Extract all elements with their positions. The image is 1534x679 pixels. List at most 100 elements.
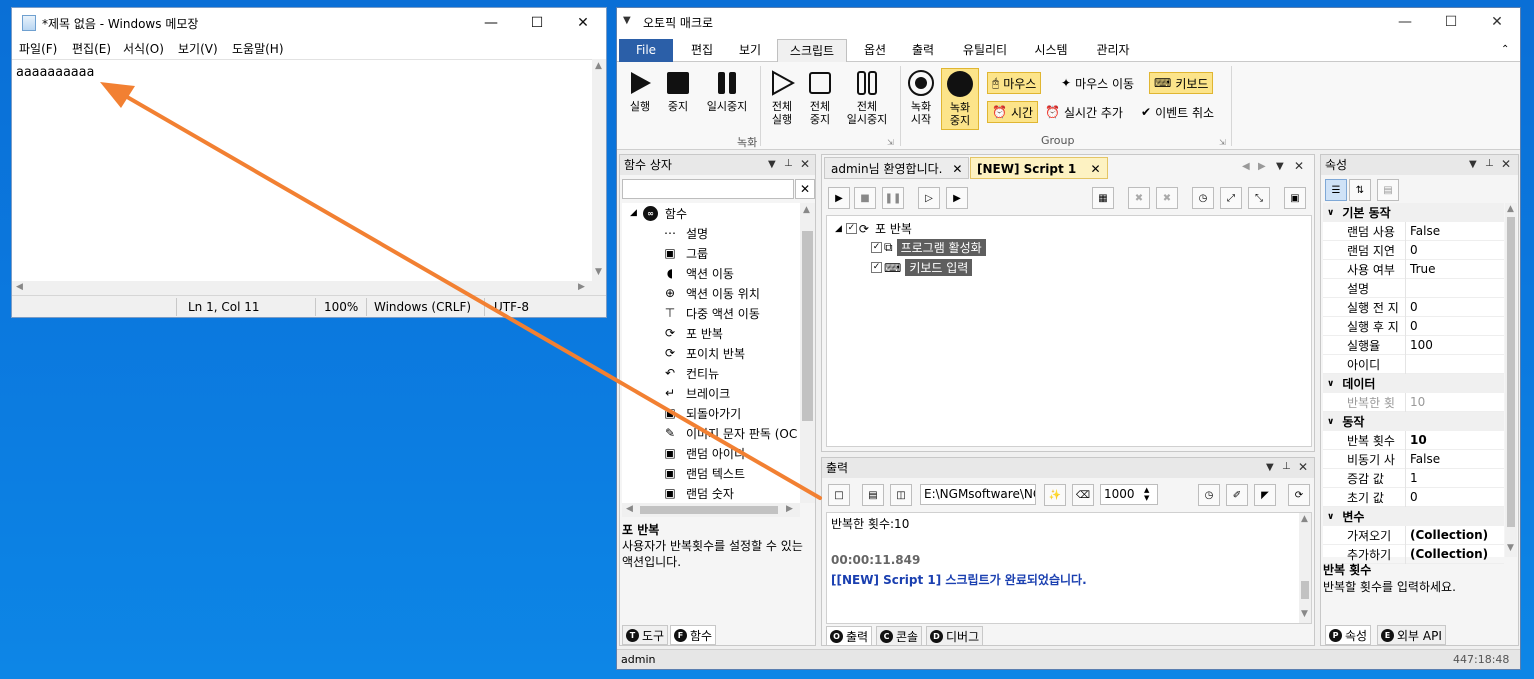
script-node-keyboard[interactable]: ✓ ⌨ 키보드 입력 [871, 259, 973, 276]
keyboard-toggle[interactable]: ⌨ 키보드 [1149, 72, 1214, 94]
property-row[interactable]: 증감 값 1 [1323, 468, 1504, 488]
script-node-loop[interactable]: ◢ ✓ ⟳ 포 반복 [835, 220, 912, 237]
panel-close-icon[interactable]: ✕ [1298, 460, 1308, 474]
menu-view[interactable]: 보기(V) [178, 40, 218, 57]
tab-prev-icon[interactable]: ◀ [1242, 161, 1250, 172]
output-scrollbar[interactable]: ▲ ▼ [1299, 513, 1311, 623]
tab-external-api[interactable]: E 외부 API [1377, 625, 1446, 645]
property-value[interactable]: 1 [1405, 468, 1418, 488]
fill-bucket-icon[interactable]: ◤ [1254, 484, 1276, 506]
menu-help[interactable]: 도움말(H) [232, 40, 284, 57]
doc-close-icon[interactable]: ✕ [1294, 159, 1304, 173]
property-value[interactable]: 0 [1405, 297, 1418, 317]
time-toggle[interactable]: ⏰ 시간 [987, 101, 1039, 123]
category-data[interactable]: ∨ 데이터 [1323, 374, 1504, 393]
tab-list-icon[interactable]: ▼ [1276, 161, 1284, 172]
scroll-down-icon[interactable]: ▼ [1301, 609, 1308, 619]
property-value[interactable]: True [1405, 259, 1436, 279]
category-variables[interactable]: ∨ 변수 [1323, 507, 1504, 526]
property-grid-scrollbar[interactable]: ▲ ▼ [1505, 203, 1517, 557]
pin-icon[interactable]: ⊥ [1485, 158, 1494, 169]
tab-script[interactable]: 스크립트 [777, 39, 847, 62]
scroll-right-icon[interactable]: ▶ [786, 504, 793, 514]
notepad-vertical-scrollbar[interactable]: ▲ ▼ [592, 59, 606, 281]
tab-edit[interactable]: 편집 [679, 39, 725, 62]
tab-welcome[interactable]: admin님 환영합니다. ✕ [824, 157, 970, 179]
scroll-thumb[interactable] [1507, 217, 1515, 527]
checkbox[interactable]: ✓ [871, 262, 882, 273]
collapse-icon[interactable]: ⤡ [1248, 187, 1270, 209]
function-search-input[interactable] [622, 179, 794, 199]
tab-properties[interactable]: P 속성 [1325, 625, 1372, 645]
property-value[interactable] [1405, 278, 1410, 298]
property-pages-icon[interactable]: ▤ [1377, 179, 1399, 201]
scroll-thumb[interactable] [802, 231, 813, 421]
collapse-icon[interactable]: ∨ [1327, 208, 1334, 218]
sort-az-icon[interactable]: ⇅ [1349, 179, 1371, 201]
dialog-launcher-icon[interactable]: ⇲ [1219, 138, 1226, 147]
list-item[interactable]: ⟳ 포이치 반복 [622, 343, 800, 363]
tab-admin[interactable]: 관리자 [1085, 39, 1141, 62]
save-icon[interactable]: ▤ [862, 484, 884, 506]
record-start-button[interactable]: 녹화 시작 [905, 68, 937, 130]
close-button[interactable]: ✕ [1474, 8, 1520, 36]
scroll-up-icon[interactable]: ▲ [595, 61, 602, 71]
tab-script-1[interactable]: [NEW] Script 1 ✕ [970, 157, 1108, 179]
pause-all-button[interactable]: 전체 일시중지 [839, 68, 895, 130]
clock-icon[interactable]: ◷ [1198, 484, 1220, 506]
clear-search-icon[interactable]: ✕ [795, 179, 815, 199]
list-item[interactable]: ↵ 브레이크 [622, 383, 800, 403]
run-button[interactable]: 실행 [623, 68, 657, 130]
categorized-icon[interactable]: ☰ [1325, 179, 1347, 201]
list-item[interactable]: ⋯ 설명 [622, 223, 800, 243]
property-row[interactable]: 실행율 100 [1323, 335, 1504, 355]
macro-app-window[interactable]: ▼ 오토픽 매크로 — ☐ ✕ File 편집 보기 스크립트 옵션 출력 유틸… [616, 7, 1521, 670]
tab-next-icon[interactable]: ▶ [1258, 161, 1266, 172]
quick-access-icon[interactable]: ▼ [623, 15, 631, 26]
play-icon[interactable]: ▶ [828, 187, 850, 209]
collapse-ribbon-icon[interactable]: ⌃ [1501, 44, 1509, 55]
dialog-launcher-icon[interactable]: ⇲ [887, 138, 894, 147]
scroll-left-icon[interactable]: ◀ [626, 504, 633, 514]
tab-file[interactable]: File [619, 39, 673, 62]
list-item[interactable]: ✎ 이미지 문자 판독 (OC [622, 423, 800, 443]
tab-debug[interactable]: D 디버그 [926, 626, 984, 646]
scroll-left-icon[interactable]: ◀ [16, 282, 23, 292]
category-action[interactable]: ∨ 동작 [1323, 412, 1504, 431]
list-item[interactable]: ▣ 랜덤 숫자 [622, 483, 800, 503]
property-row[interactable]: 가져오기 (Collection) [1323, 525, 1504, 545]
category-basic[interactable]: ∨ 기본 동작 [1323, 203, 1504, 222]
menu-format[interactable]: 서식(O) [123, 40, 164, 57]
menu-edit[interactable]: 편집(E) [72, 40, 111, 57]
event-cancel-button[interactable]: ✔ 이벤트 취소 [1137, 101, 1218, 123]
scroll-up-icon[interactable]: ▲ [1301, 514, 1308, 524]
property-row[interactable]: 실행 전 지 0 [1323, 297, 1504, 317]
property-row[interactable]: 반복한 횟 10 [1323, 392, 1504, 412]
broom-icon[interactable]: ✨ [1044, 484, 1066, 506]
delete-x-icon[interactable]: ✖ [1128, 187, 1150, 209]
list-item[interactable]: ⟳ 포 반복 [622, 323, 800, 343]
tab-output[interactable]: O 출력 [826, 626, 873, 646]
mouse-move-toggle[interactable]: ✦ 마우스 이동 [1057, 72, 1138, 94]
list-item[interactable]: ▣ 랜덤 아이디 [622, 443, 800, 463]
maximize-button[interactable]: ☐ [1428, 8, 1474, 36]
list-item[interactable]: ▣ 되돌아가기 [622, 403, 800, 423]
checkbox[interactable]: ✓ [871, 242, 882, 253]
list-item[interactable]: ⊕ 액션 이동 위치 [622, 283, 800, 303]
list-item[interactable]: ◖ 액션 이동 [622, 263, 800, 283]
run-selected-icon[interactable]: ▶ [946, 187, 968, 209]
scroll-right-icon[interactable]: ▶ [578, 282, 585, 292]
list-item[interactable]: ▣ 그룹 [622, 243, 800, 263]
history-icon[interactable]: ◷ [1192, 187, 1214, 209]
tab-close-icon[interactable]: ✕ [1090, 162, 1100, 176]
mouse-toggle[interactable]: 🖰 마우스 [987, 72, 1042, 94]
image-icon[interactable]: ▦ [1092, 187, 1114, 209]
script-node-activate[interactable]: ✓ ⧉ 프로그램 활성화 [871, 239, 986, 256]
property-row[interactable]: 비동기 사 False [1323, 449, 1504, 469]
app-titlebar[interactable]: ▼ 오토픽 매크로 — ☐ ✕ [617, 8, 1520, 36]
realtime-add-toggle[interactable]: ⏰ 실시간 추가 [1041, 101, 1127, 123]
tab-utility[interactable]: 유틸리티 [953, 39, 1017, 62]
property-row[interactable]: 랜덤 사용 False [1323, 221, 1504, 241]
notepad-horizontal-scrollbar[interactable]: ◀ ▶ [12, 281, 592, 295]
scroll-thumb[interactable] [1301, 581, 1309, 599]
